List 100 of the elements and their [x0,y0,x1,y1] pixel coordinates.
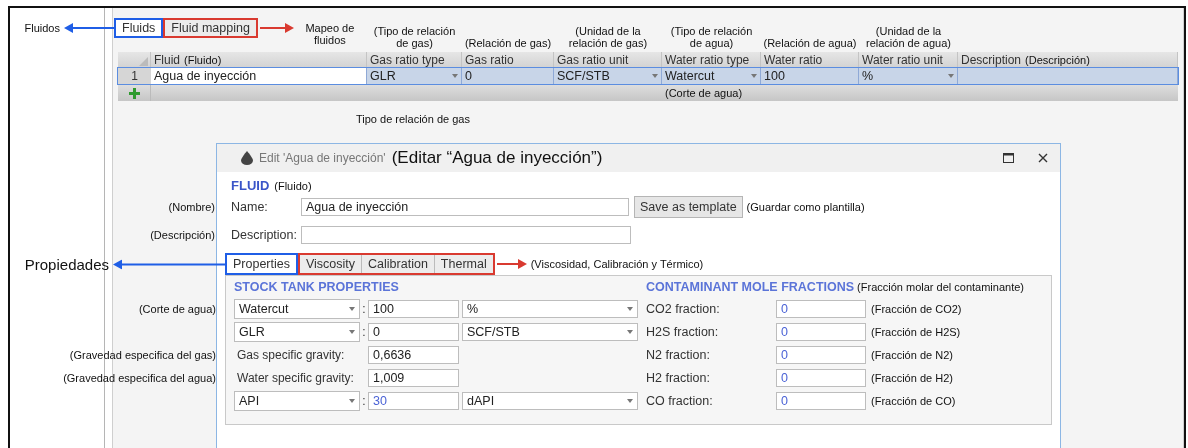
table-cell[interactable]: 100 [761,68,859,84]
value-field[interactable]: 0,6636 [368,346,459,364]
field-label: CO fraction: [646,394,714,408]
caption-annotation: Tipo de relación de gas [356,113,470,125]
description-field[interactable] [301,226,631,244]
column-header[interactable]: Water ratio type [665,53,750,67]
section-annotation: (Fracción molar del contaminante) [857,281,1024,293]
callout-arrow [496,259,527,269]
column-annotation: (Relación de gas) [463,37,553,50]
field-label: Water specific gravity: [236,371,355,385]
field-annotation: (Fracción de H2) [871,372,953,384]
name-field[interactable]: Agua de inyección [301,198,629,216]
corner-triangle-icon [139,57,148,66]
value-field[interactable]: 0 [368,323,459,341]
field-label: CO2 fraction: [646,302,721,316]
unit-dropdown[interactable]: dAPI [462,392,638,410]
value-field[interactable]: 0 [776,346,866,364]
save-template-button[interactable]: Save as template [634,196,743,218]
section-annotation: (Fluido) [274,180,312,192]
caret-icon [452,74,458,78]
callout-label: (Viscosidad, Calibración y Térmico) [530,258,704,270]
value-field[interactable]: 1,009 [368,369,459,387]
caret-icon [349,307,355,311]
caret-icon [627,399,633,403]
caret-icon [652,74,658,78]
callout-label: Mapeo de fluidos [304,21,356,47]
field-annotation: (Fracción de CO2) [871,303,962,315]
dropdown-cell[interactable]: Watercut [662,68,761,84]
field-label: H2 fraction: [646,371,711,385]
field-annotation: (Gravedad especifica del agua) [63,372,216,384]
tab[interactable]: Fluid mapping [165,20,256,36]
colon-label: : [361,302,367,316]
value-field[interactable]: 0 [776,323,866,341]
caret-icon [349,330,355,334]
caret-icon [349,399,355,403]
column-annotation: (Fluido) [184,54,222,66]
column-annotation: (Tipo de relación de gas) [372,24,457,50]
table-cell[interactable]: Agua de inyección [151,68,367,84]
column-header[interactable]: Gas ratio type [370,53,445,67]
column-header[interactable]: Water ratio unit [862,53,943,67]
tab[interactable]: Fluids [116,20,162,36]
section-heading: STOCK TANK PROPERTIES [234,280,399,294]
field-label: Gas specific gravity: [236,348,346,362]
colon-label: : [361,394,367,408]
unit-dropdown[interactable]: % [462,300,638,318]
dropdown[interactable]: GLR [234,322,360,342]
caret-icon [627,330,633,334]
callout-label: Propiedades [24,255,109,273]
dropdown-cell[interactable]: SCF/STB [554,68,662,84]
dropdown[interactable]: API [234,391,360,411]
window-title: Edit 'Agua de inyección' [259,151,386,165]
value-field[interactable]: 30 [368,392,459,410]
column-annotation: (Relación de agua) [762,37,858,50]
value-field[interactable]: 0 [776,300,866,318]
field-label: Description: [231,228,298,242]
field-annotation: (Gravedad especifica del gas) [69,349,216,361]
field-annotation: (Corte de agua) [138,303,216,315]
tab[interactable]: Viscosity [300,255,363,273]
field-annotation: (Nombre) [168,201,215,213]
dropdown[interactable]: Watercut [234,299,360,319]
column-annotation: (Unidad de la relación de agua) [865,24,952,50]
column-annotation: (Tipo de relación de agua) [669,24,754,50]
table-cell[interactable]: 0 [462,68,554,84]
field-annotation: (Fracción de H2S) [871,326,961,338]
caret-icon [948,74,954,78]
callout-label: Fluidos [24,22,60,34]
field-annotation: (Fracción de CO) [871,395,956,407]
maximize-icon[interactable] [1003,153,1014,163]
column-header[interactable]: Description [961,53,1022,67]
section-heading: FLUID [231,178,270,193]
caret-icon [751,74,757,78]
dropdown-cell[interactable]: % [859,68,958,84]
value-field[interactable]: 0 [776,392,866,410]
field-label: Name: [231,200,269,214]
column-header[interactable]: Gas ratio [465,53,514,67]
tab[interactable]: Thermal [434,255,493,273]
tab[interactable]: Calibration [362,255,435,273]
caret-icon [627,307,633,311]
row-number: 1 [118,68,151,84]
value-field[interactable]: 0 [776,369,866,387]
column-annotation: (Unidad de la relación de gas) [567,24,649,50]
colon-label: : [361,325,367,339]
column-annotation: (Corte de agua) [665,87,743,99]
drop-icon [241,151,253,165]
field-label: N2 fraction: [646,348,711,362]
unit-dropdown[interactable]: SCF/STB [462,323,638,341]
close-icon[interactable] [1038,153,1048,163]
column-annotation: (Descripción) [1025,54,1090,66]
column-header[interactable]: Gas ratio unit [557,53,629,67]
plus-icon[interactable] [128,87,140,99]
column-header[interactable]: Water ratio [764,53,823,67]
dropdown-cell[interactable]: GLR [367,68,462,84]
table-row[interactable]: 1 Agua de inyección GLR 0 SCF/STB Watercut 100 % [118,68,1178,84]
title-annotation: (Editar “Agua de inyección”) [391,148,603,168]
value-field[interactable]: 100 [368,300,459,318]
field-annotation: (Descripción) [150,229,215,241]
column-header[interactable]: Fluid [154,53,180,67]
callout-arrow [259,23,294,33]
field-annotation: (Fracción de N2) [871,349,953,361]
section-heading: CONTAMINANT MOLE FRACTIONS [646,280,855,294]
